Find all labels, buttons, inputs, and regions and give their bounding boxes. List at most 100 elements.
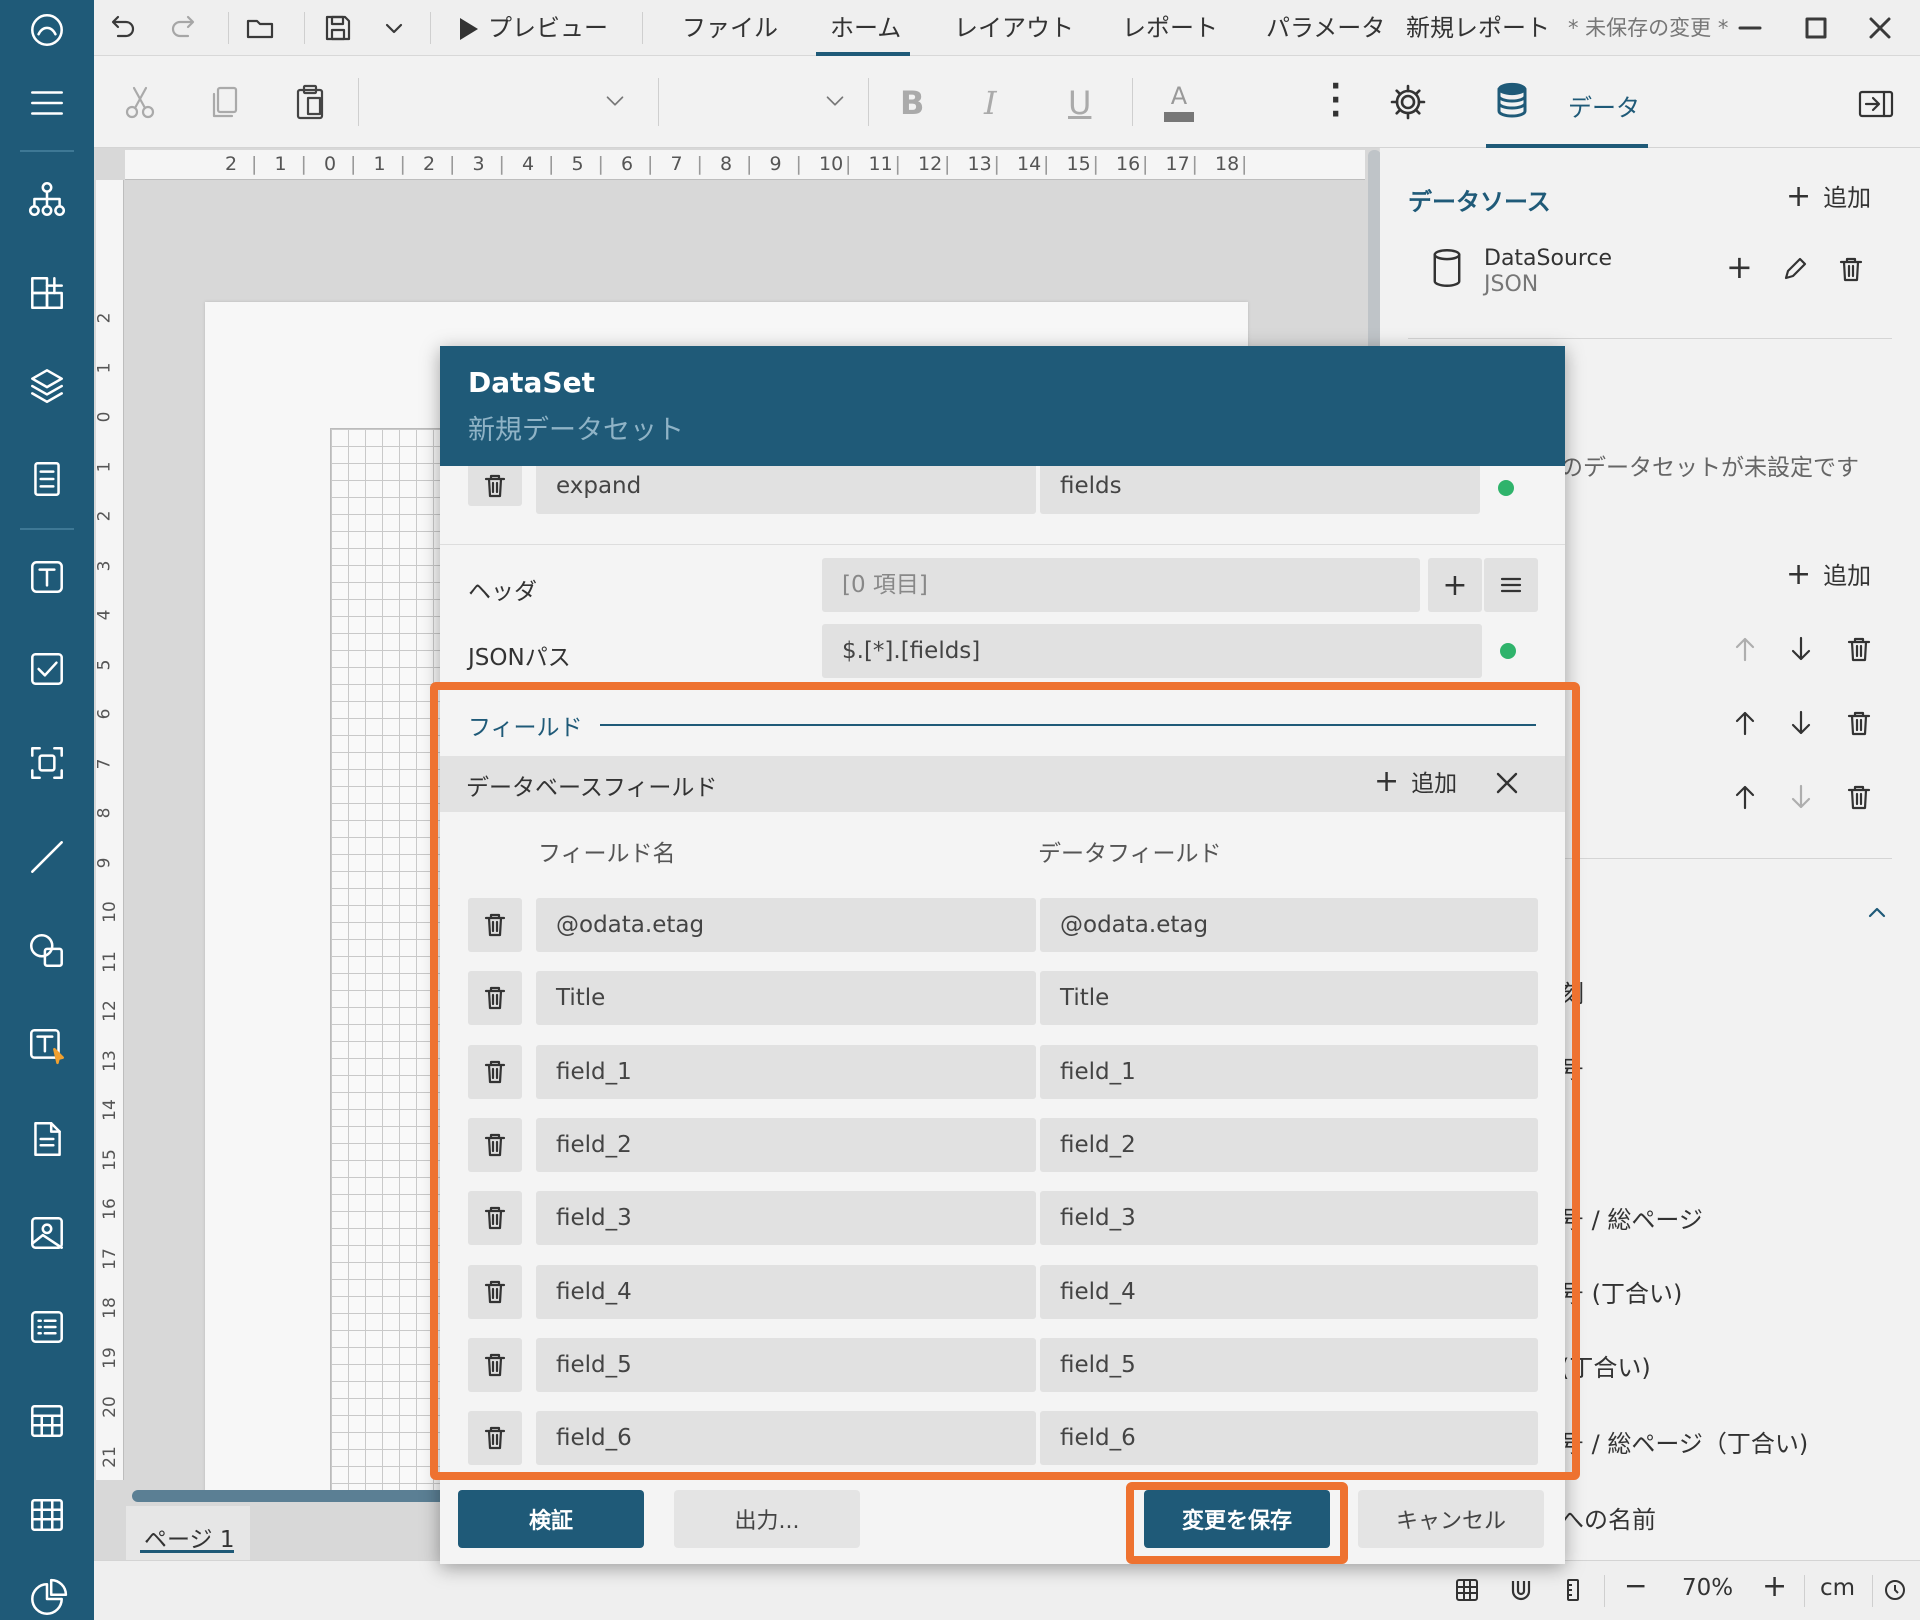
shape-icon[interactable] <box>0 916 94 986</box>
header-value-field[interactable]: [0 項目] <box>822 558 1420 612</box>
collapse-chevron-up-icon[interactable] <box>1862 898 1892 928</box>
delete-datasource-icon[interactable] <box>1836 254 1866 284</box>
more-options-icon[interactable]: · · · <box>1330 72 1341 130</box>
database-icon[interactable] <box>1492 80 1532 120</box>
header-list-menu-button[interactable] <box>1484 558 1538 612</box>
chart-icon[interactable] <box>0 1568 94 1620</box>
menu-parameters[interactable]: パラメータ <box>1266 12 1385 44</box>
redo-icon[interactable] <box>168 12 200 44</box>
minimize-icon[interactable] <box>1734 12 1766 44</box>
copy-icon[interactable] <box>206 82 246 122</box>
close-window-icon[interactable] <box>1864 12 1896 44</box>
add-parameter-button[interactable]: + 追加 <box>1786 556 1871 592</box>
menu-layout[interactable]: レイアウト <box>954 12 1074 44</box>
ruler-tick-label: 1 <box>96 461 115 472</box>
paste-icon[interactable] <box>290 82 330 122</box>
expand-param-value[interactable]: fields <box>1040 466 1480 514</box>
expand-param-name[interactable]: expand <box>536 466 1036 514</box>
cancel-button[interactable]: キャンセル <box>1358 1490 1544 1548</box>
hamburger-menu-icon[interactable] <box>0 68 94 138</box>
checkbox-icon[interactable] <box>0 634 94 704</box>
zoom-out-button[interactable]: − <box>1624 1569 1647 1602</box>
unit-selector[interactable]: cm <box>1820 1575 1855 1601</box>
components-icon[interactable] <box>0 258 94 328</box>
system-field-item[interactable]: 号 / 総ページ <box>1560 1200 1703 1235</box>
grid-toggle-icon[interactable] <box>1454 1577 1480 1603</box>
maximize-icon[interactable] <box>1800 12 1832 44</box>
plus-icon: + <box>1442 567 1468 603</box>
jsonpath-label: JSONパス <box>468 645 571 671</box>
datasource-name[interactable]: DataSource <box>1484 246 1612 271</box>
validate-button[interactable]: 検証 <box>458 1490 644 1548</box>
export-button[interactable]: 出力... <box>674 1490 860 1548</box>
textbox-icon[interactable] <box>0 542 94 612</box>
delete-item-icon[interactable] <box>1844 708 1874 738</box>
bold-icon[interactable]: B <box>900 84 924 122</box>
edit-pencil-icon[interactable] <box>1780 254 1810 284</box>
ruler-tick-label: 3 <box>472 153 485 175</box>
left-toolbox <box>0 0 94 1620</box>
add-dataset-plus-icon[interactable]: + <box>1726 248 1753 286</box>
font-family-dropdown-chevron-icon[interactable] <box>600 86 630 116</box>
system-field-item[interactable]: への名前 <box>1560 1500 1656 1535</box>
line-icon[interactable] <box>0 822 94 892</box>
menu-lines-icon <box>1500 577 1522 593</box>
ruler-tick-label: 8 <box>96 807 115 819</box>
add-header-button[interactable]: + <box>1428 558 1482 612</box>
reset-zoom-icon[interactable] <box>1882 1577 1908 1603</box>
cut-icon[interactable] <box>120 82 160 122</box>
undo-icon[interactable] <box>106 12 138 44</box>
layers-icon[interactable] <box>0 350 94 420</box>
underline-icon[interactable]: U <box>1068 84 1091 122</box>
image-icon[interactable] <box>0 1198 94 1268</box>
list-icon[interactable] <box>0 1292 94 1362</box>
menu-file[interactable]: ファイル <box>682 12 778 44</box>
move-down-arrow-icon[interactable] <box>1786 634 1816 664</box>
hierarchy-icon[interactable] <box>0 164 94 234</box>
move-down-arrow-icon[interactable] <box>1786 708 1816 738</box>
italic-icon[interactable]: I <box>984 84 997 122</box>
zoom-level[interactable]: 70% <box>1682 1575 1733 1601</box>
data-tab-label[interactable]: データ <box>1568 88 1640 123</box>
report-section-icon[interactable] <box>0 444 94 514</box>
open-folder-icon[interactable] <box>244 12 276 44</box>
system-field-item[interactable]: 号 / 総ページ（丁合い) <box>1560 1424 1808 1459</box>
settings-gear-icon[interactable] <box>1388 82 1428 122</box>
delete-item-icon[interactable] <box>1844 782 1874 812</box>
zoom-in-button[interactable]: + <box>1762 1569 1787 1604</box>
page-tab[interactable]: ページ 1 <box>126 1506 250 1564</box>
snap-magnet-icon[interactable] <box>1508 1577 1534 1603</box>
save-dropdown-chevron-icon[interactable] <box>378 12 410 44</box>
horizontal-ruler: 2 | 1 | 0 | 1 | 2 | 3 | 4 | 5 | 6 | 7 | 8 | 9 | 10 | 11 | 12 | 13 | 14 | 1… <box>125 150 1365 180</box>
document-icon[interactable] <box>0 1104 94 1174</box>
ruler-toggle-icon[interactable] <box>1560 1577 1586 1603</box>
tablix-icon[interactable] <box>0 1480 94 1550</box>
menu-report[interactable]: レポート <box>1122 12 1218 44</box>
jsonpath-input[interactable]: $.[*].[fields] <box>822 624 1482 678</box>
ruler-tick-label: 5 <box>571 153 584 175</box>
trash-icon <box>484 474 506 498</box>
font-size-dropdown-chevron-icon[interactable] <box>820 86 850 116</box>
header-label: ヘッダ <box>468 579 537 605</box>
delete-item-icon[interactable] <box>1844 634 1874 664</box>
add-datasource-button[interactable]: + 追加 <box>1786 178 1871 214</box>
save-icon[interactable] <box>322 12 354 44</box>
ruler-tick-label: 2 <box>96 510 115 522</box>
vertical-ruler: 2 1 0 1 2 3 4 5 6 7 8 9 10 11 12 13 14 15 16 17 18 19 20 21 <box>96 180 124 1480</box>
barcode-frame-icon[interactable] <box>0 728 94 798</box>
delete-expand-row-button[interactable] <box>468 466 522 506</box>
move-up-arrow-icon[interactable] <box>1730 708 1760 738</box>
preview-button[interactable]: プレビュー <box>460 12 608 44</box>
formatted-text-icon[interactable] <box>0 1010 94 1080</box>
font-color-icon[interactable]: A <box>1164 82 1194 122</box>
move-up-arrow-icon[interactable] <box>1730 634 1760 664</box>
move-down-arrow-icon[interactable] <box>1786 782 1816 812</box>
canvas-horizontal-scrollbar[interactable] <box>132 1490 462 1502</box>
ruler-tick-label: 6 <box>96 708 115 720</box>
ruler-tick-label: 6 <box>621 153 634 175</box>
ruler-tick-label: 1 <box>373 153 386 175</box>
move-up-arrow-icon[interactable] <box>1730 782 1760 812</box>
table-icon[interactable] <box>0 1386 94 1456</box>
menu-home[interactable]: ホーム <box>830 12 901 44</box>
collapse-panel-icon[interactable] <box>1856 84 1896 124</box>
